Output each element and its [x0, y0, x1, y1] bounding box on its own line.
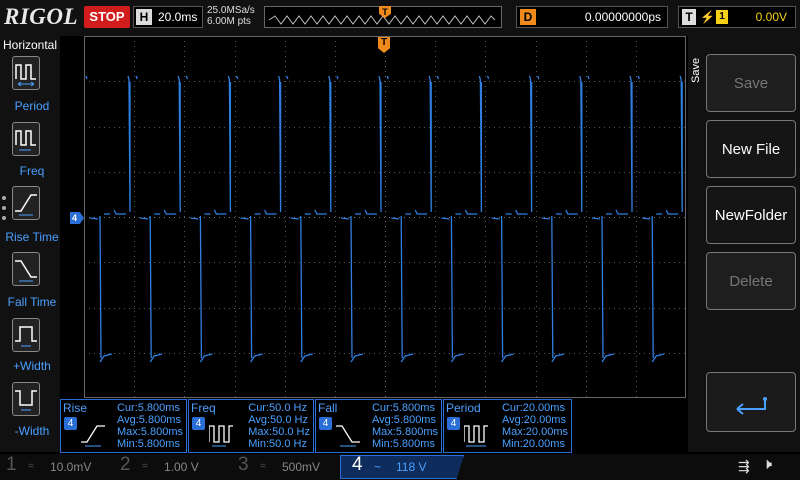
usb-icon: ⇶ — [738, 458, 750, 474]
negative-width-label: -Width — [14, 424, 50, 438]
rise-time-icon — [81, 425, 105, 447]
channel-1-status[interactable]: 1 = 10.0mV — [6, 454, 106, 478]
period-icon — [15, 64, 36, 87]
positive-width-button[interactable] — [12, 318, 40, 352]
trigger-edge-icon: ⚡ — [700, 10, 715, 24]
run-stop-status[interactable]: STOP — [84, 6, 130, 28]
rise-time-icon — [15, 194, 37, 216]
negative-width-icon — [15, 390, 37, 411]
memory-depth: 6.00M pts — [207, 16, 251, 27]
timebase-value: 20.0ms — [158, 10, 198, 24]
channel-2-scale: 1.00 V — [164, 460, 199, 474]
fall-time-icon — [15, 260, 37, 282]
freq-icon — [209, 425, 233, 447]
delay-indicator[interactable]: D 0.00000000ps — [516, 6, 668, 28]
channel-3-status[interactable]: 3 = 500mV — [238, 454, 338, 478]
measurement-rise[interactable]: Rise 4 Cur:5.800ms Avg:5.800ms Max:5.800ms… — [60, 399, 187, 453]
channel-1-coupling: = — [28, 461, 34, 472]
negative-width-button[interactable] — [12, 382, 40, 416]
measurement-freq[interactable]: Freq 4 Cur:50.0 Hz Avg:50.0 Hz Max:50.0 Hz… — [188, 399, 314, 453]
fall-time-icon — [336, 425, 360, 447]
delay-key: D — [520, 9, 536, 25]
freq-button[interactable] — [12, 122, 40, 156]
brand-logo: RIGOL — [4, 4, 79, 29]
measurement-channel: 4 — [64, 417, 77, 430]
period-icon — [464, 425, 488, 447]
timebase-indicator[interactable]: H 20.0ms — [133, 6, 203, 28]
measurement-name: Fall — [318, 401, 338, 415]
measurement-period[interactable]: Period 4 Cur:20.00ms Avg:20.00ms Max:20.00… — [443, 399, 572, 453]
fall-time-button[interactable] — [12, 252, 40, 286]
channel-1-scale: 10.0mV — [50, 460, 92, 474]
channel-3-scale: 500mV — [282, 460, 321, 474]
save-button[interactable]: Save — [706, 54, 796, 112]
menu-page-dots — [2, 196, 8, 232]
period-button[interactable] — [12, 56, 40, 90]
sample-rate: 25.0MSa/s — [207, 5, 255, 16]
trigger-key: T — [682, 9, 696, 25]
channel-3-coupling: = — [260, 461, 266, 472]
speaker-muted-icon[interactable]: 🕨 — [762, 456, 772, 474]
measurement-name: Rise — [63, 401, 88, 415]
measurement-channel: 4 — [192, 417, 205, 430]
positive-width-label: +Width — [13, 359, 51, 373]
channel-2-coupling: = — [142, 461, 148, 472]
channel-4-status[interactable]: 4 ~ 118 V — [352, 454, 462, 478]
measurement-name: Period — [446, 401, 481, 415]
freq-label: Freq — [19, 164, 45, 178]
channel-4-ground-marker[interactable]: 4 — [70, 212, 84, 224]
channel-2-status[interactable]: 2 = 1.00 V — [120, 454, 220, 478]
measurement-channel: 4 — [447, 417, 460, 430]
channel-3-number: 3 — [238, 454, 249, 475]
channel-2-number: 2 — [120, 454, 131, 475]
trigger-level: 0.00V — [755, 10, 787, 24]
rise-time-button[interactable] — [12, 186, 40, 220]
channel-4-coupling: ~ — [374, 460, 382, 474]
waveform-grid[interactable] — [84, 36, 686, 398]
menu-title: Horizontal — [2, 38, 58, 52]
measurement-name: Freq — [191, 401, 216, 415]
memory-overview-strip[interactable]: T — [264, 6, 502, 28]
channel-4-number: 4 — [352, 454, 363, 475]
positive-width-icon — [15, 326, 37, 347]
channel-4-scale: 118 V — [396, 460, 427, 474]
fall-time-label: Fall Time — [7, 295, 57, 309]
timebase-key: H — [136, 9, 152, 25]
new-file-button[interactable]: New File — [706, 120, 796, 178]
enter-button[interactable] — [706, 372, 796, 432]
menu-tab-save: Save — [690, 57, 702, 83]
trigger-source: 1 — [716, 10, 728, 24]
rise-time-label: Rise Time — [5, 230, 59, 244]
acquisition-info: 25.0MSa/s 6.00M pts — [207, 5, 255, 27]
period-label: Period — [14, 99, 50, 113]
channel-1-number: 1 — [6, 454, 17, 475]
measurement-fall[interactable]: Fall 4 Cur:5.800ms Avg:5.800ms Max:5.800ms… — [315, 399, 442, 453]
new-folder-button[interactable]: NewFolder — [706, 186, 796, 244]
trigger-indicator[interactable]: T ⚡ 1 0.00V — [678, 6, 796, 28]
delay-value: 0.00000000ps — [584, 10, 661, 24]
freq-icon — [15, 130, 36, 151]
measurement-channel: 4 — [319, 417, 332, 430]
delete-button[interactable]: Delete — [706, 252, 796, 310]
enter-arrow-icon — [736, 397, 767, 415]
